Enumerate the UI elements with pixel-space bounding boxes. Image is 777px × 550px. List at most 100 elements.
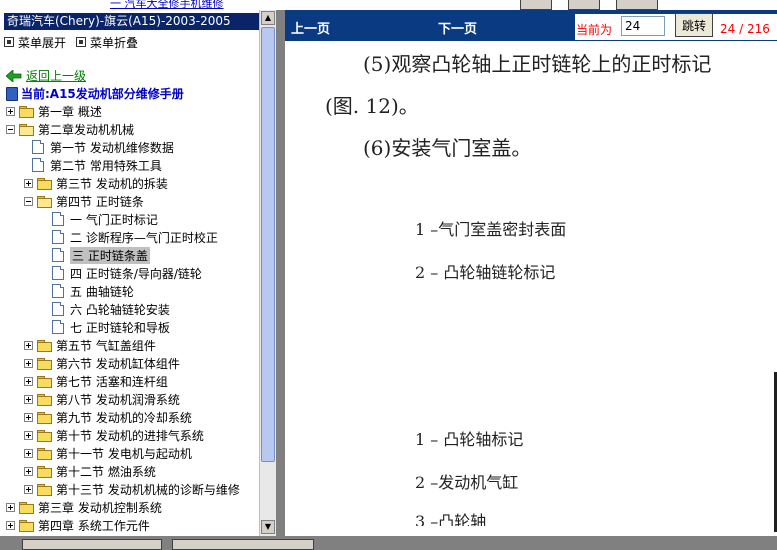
folder-icon: [37, 357, 52, 370]
tree-item-label: 第十一节 发电机与起动机: [56, 446, 192, 461]
back-link[interactable]: 返回上一级: [6, 67, 86, 84]
tree-item-label: 三 正时链条盖: [70, 246, 150, 264]
prev-page-button[interactable]: 上一页: [291, 18, 330, 37]
tree-item[interactable]: 第一节 发动机维修数据: [24, 138, 174, 156]
tree-item-label: 五 曲轴链轮: [70, 284, 134, 299]
expand-toggle-icon[interactable]: [6, 106, 15, 116]
expand-toggle-icon[interactable]: [24, 448, 33, 458]
document-icon: [52, 212, 64, 226]
tree-item[interactable]: 第四章 系统工作元件: [6, 516, 150, 534]
tree-item[interactable]: 二 诊断程序—气门正时校正: [44, 228, 218, 246]
expand-toggle-icon[interactable]: [24, 430, 33, 440]
document-icon: [52, 266, 64, 280]
tree-item[interactable]: 七 正时链轮和导板: [44, 318, 170, 336]
tree-item[interactable]: 四 正时链条/导向器/链轮: [44, 264, 202, 282]
folder-icon: [19, 105, 34, 118]
tree-item[interactable]: 第三节 发动机的拆装: [24, 174, 168, 192]
expand-toggle-icon[interactable]: [6, 520, 15, 530]
expand-toggle-icon[interactable]: [24, 466, 33, 476]
expand-toggle-icon[interactable]: [24, 358, 33, 368]
folder-icon: [37, 339, 52, 352]
collapse-toggle-icon[interactable]: [6, 124, 15, 134]
tree-item[interactable]: 第十节 发动机的进排气系统: [24, 426, 204, 444]
tree-item-label: 第一章 概述: [38, 104, 102, 119]
expand-toggle-icon[interactable]: [6, 502, 15, 512]
tree-item-label: 第二节 常用特殊工具: [50, 158, 162, 173]
folder-icon: [19, 501, 34, 514]
expand-toggle-icon[interactable]: [24, 394, 33, 404]
back-arrow-icon: [6, 69, 22, 82]
expand-menu-button[interactable]: 菜单展开: [4, 34, 66, 50]
collapse-toggle-icon[interactable]: [24, 196, 33, 206]
current-page-label: 当前为: [576, 23, 613, 37]
document-icon: [32, 140, 44, 154]
folder-icon: [37, 177, 52, 190]
tree-item-label: 六 凸轮轴链轮安装: [70, 302, 170, 317]
toolbar-button-1[interactable]: [520, 0, 552, 10]
top-link[interactable]: 一 汽车大全修手机维修: [110, 0, 224, 10]
reader-panel: 上一页 下一页 当前为 跳转 24 / 216 (5)观察凸轮轴上正时链轮上的正…: [285, 10, 777, 536]
scroll-down-icon[interactable]: ▼: [261, 520, 275, 534]
tree-item-label: 第八节 发动机润滑系统: [56, 392, 180, 407]
tree-item[interactable]: 第二节 常用特殊工具: [24, 156, 162, 174]
tree-item[interactable]: 第三章 发动机控制系统: [6, 498, 162, 516]
content-line-2: (图. 12)。: [325, 94, 419, 118]
page-count: 24 / 216: [720, 22, 770, 36]
tree-item[interactable]: 第七节 活塞和连杆组: [24, 372, 168, 390]
book-title: 奇瑞汽车(Chery)-旗云(A15)-2003-2005: [4, 13, 259, 30]
scroll-up-icon[interactable]: ▲: [261, 11, 275, 25]
bottom-strip: [0, 536, 777, 550]
tree-item[interactable]: 第九节 发动机的冷却系统: [24, 408, 192, 426]
document-icon: [52, 302, 64, 316]
tree-item[interactable]: 第五节 气缸盖组件: [24, 336, 156, 354]
folder-icon: [19, 519, 34, 532]
tree-item-label: 第十节 发动机的进排气系统: [56, 428, 204, 443]
caption-4: 2 –发动机气缸: [415, 473, 519, 492]
toolbar-button-3[interactable]: [616, 0, 658, 10]
folder-icon: [37, 447, 52, 460]
scroll-thumb[interactable]: [261, 27, 275, 462]
collapse-menu-button[interactable]: 菜单折叠: [76, 34, 138, 50]
expand-toggle-icon[interactable]: [24, 412, 33, 422]
current-location: 当前:A15发动机部分维修手册: [6, 85, 184, 102]
next-page-button[interactable]: 下一页: [438, 18, 477, 37]
document-icon: [52, 248, 64, 262]
taskbar-tab-1[interactable]: [22, 539, 162, 550]
expand-toggle-icon[interactable]: [24, 178, 33, 188]
square-icon: [4, 37, 14, 47]
page-number-input[interactable]: [621, 16, 665, 36]
tree-item-label: 第十二节 燃油系统: [56, 464, 156, 479]
top-strip: 一 汽车大全修手机维修: [0, 0, 777, 10]
toolbar-button-2[interactable]: [568, 0, 600, 10]
tree-item[interactable]: 第十三节 发动机机械的诊断与维修: [24, 480, 240, 498]
tree-item-label: 第七节 活塞和连杆组: [56, 374, 168, 389]
tree-item[interactable]: 五 曲轴链轮: [44, 282, 134, 300]
tree-item[interactable]: 第十二节 燃油系统: [24, 462, 156, 480]
folder-icon: [37, 429, 52, 442]
taskbar-tab-2[interactable]: [172, 539, 314, 550]
tree-item-label: 第十三节 发动机机械的诊断与维修: [56, 482, 240, 497]
reader-navbar: 上一页 下一页 当前为 跳转 24 / 216: [285, 10, 777, 41]
tree-item-label: 第五节 气缸盖组件: [56, 338, 156, 353]
tree-item[interactable]: 三 正时链条盖: [44, 246, 150, 264]
tree-item[interactable]: 第四节 正时链条: [24, 192, 144, 210]
caption-1: 1 –气门室盖密封表面: [415, 220, 567, 239]
document-icon: [52, 320, 64, 334]
tree-item[interactable]: 第六节 发动机缸体组件: [24, 354, 180, 372]
expand-menu-label: 菜单展开: [18, 35, 67, 50]
back-link-label: 返回上一级: [26, 69, 87, 83]
tree-item-label: 第四节 正时链条: [56, 194, 144, 209]
tree-item[interactable]: 第八节 发动机润滑系统: [24, 390, 180, 408]
expand-toggle-icon[interactable]: [24, 340, 33, 350]
expand-toggle-icon[interactable]: [24, 376, 33, 386]
tree-scrollbar[interactable]: ▲ ▼: [259, 10, 276, 536]
page-jump: 当前为 跳转 24 / 216: [575, 13, 777, 40]
tree-item[interactable]: 第一章 概述: [6, 102, 102, 120]
tree-item[interactable]: 一 气门正时标记: [44, 210, 158, 228]
caption-3: 1 – 凸轮轴标记: [415, 430, 524, 449]
tree-item[interactable]: 六 凸轮轴链轮安装: [44, 300, 170, 318]
tree-item[interactable]: 第二章发动机机械: [6, 120, 134, 138]
tree-item[interactable]: 第十一节 发电机与起动机: [24, 444, 192, 462]
jump-button[interactable]: 跳转: [675, 13, 713, 37]
expand-toggle-icon[interactable]: [24, 484, 33, 494]
